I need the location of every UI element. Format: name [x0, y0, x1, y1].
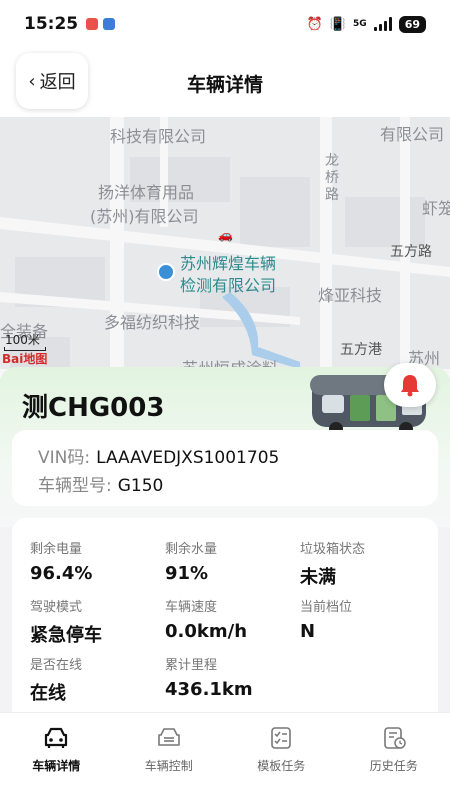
- vehicle-plate: 测CHG003: [22, 393, 165, 423]
- map-label-sports-1: 扬洋体育用品: [98, 183, 195, 202]
- map-scale-label: 100米: [5, 333, 40, 347]
- map-label-company-right: 有限公司: [380, 125, 445, 144]
- tab-vehicle-control[interactable]: 车辆控制: [113, 713, 226, 800]
- stat-value: 紧急停车: [30, 625, 102, 646]
- stat-label: 剩余水量: [165, 542, 218, 557]
- status-time: 15:25: [24, 14, 79, 34]
- vehicle-location-icon[interactable]: 🚗: [218, 228, 233, 242]
- model-value: G150: [117, 476, 164, 496]
- weibo-icon: [86, 18, 99, 30]
- status-bar: 15:25 ⏰ 📳 5G 69: [0, 0, 450, 48]
- vibrate-icon: 📳: [329, 16, 347, 32]
- tab-label: 模板任务: [257, 759, 306, 773]
- stat-water: 剩余水量 91%: [165, 538, 295, 584]
- stat-value: N: [300, 621, 316, 642]
- stat-trash-bin: 垃圾箱状态 未满: [300, 538, 430, 589]
- back-button[interactable]: ‹ 返回: [16, 53, 88, 109]
- baidu-map-logo: Bai地图: [2, 352, 48, 366]
- map-label-company-top: 科技有限公司: [110, 127, 207, 146]
- vin-value: LAAAVEDJXS1001705: [96, 448, 280, 468]
- tab-history-tasks[interactable]: 历史任务: [338, 713, 450, 800]
- stat-label: 剩余电量: [30, 542, 83, 557]
- stat-label: 累计里程: [165, 658, 218, 673]
- map-label-duofu: 多福纺织科技: [104, 313, 201, 332]
- map-label-poi-1: 苏州辉煌车辆: [180, 254, 277, 273]
- network-type: 5G: [353, 19, 367, 29]
- model-label: 车辆型号:: [38, 476, 112, 496]
- vehicle-info-card: VIN码: LAAAVEDJXS1001705 车辆型号: G150: [12, 430, 438, 506]
- stat-value: 未满: [300, 567, 336, 588]
- stat-value: 在线: [30, 683, 66, 704]
- model-row: 车辆型号: G150: [38, 472, 412, 500]
- notification-icons: [86, 18, 116, 30]
- tab-label: 车辆详情: [32, 759, 81, 773]
- battery-icon: 69: [398, 15, 426, 33]
- tab-label: 车辆控制: [144, 759, 193, 773]
- alarm-button[interactable]: [384, 363, 436, 407]
- chevron-left-icon: ‹: [28, 70, 36, 92]
- page-title: 车辆详情: [186, 73, 263, 96]
- stat-drive-mode: 驾驶模式 紧急停车: [30, 596, 160, 647]
- car-poi-icon[interactable]: [157, 263, 175, 281]
- bottom-tab-bar: 车辆详情 车辆控制 模板任务 历史任务: [0, 712, 450, 800]
- stat-value: 0.0km/h: [165, 621, 248, 642]
- map-label-poi-2: 检测有限公司: [180, 276, 277, 295]
- map-label-shrimp: 虾笼: [422, 199, 450, 218]
- vin-label: VIN码:: [38, 448, 91, 468]
- stat-label: 车辆速度: [165, 600, 218, 615]
- bell-icon: [401, 375, 419, 397]
- map-label-longqiao-road: 龙桥路: [325, 153, 339, 203]
- stat-battery: 剩余电量 96.4%: [30, 538, 160, 584]
- stat-label: 驾驶模式: [30, 600, 83, 615]
- car-icon: [45, 727, 68, 748]
- stat-value: 436.1km: [165, 679, 253, 700]
- stat-value: 91%: [165, 563, 209, 584]
- map-view[interactable]: 科技有限公司 有限公司 扬洋体育用品 (苏州)有限公司 龙桥路 虾笼 五方路 苏…: [0, 117, 450, 387]
- stat-online: 是否在线 在线: [30, 654, 160, 705]
- stat-speed: 车辆速度 0.0km/h: [165, 596, 295, 642]
- stat-value: 96.4%: [30, 563, 93, 584]
- vehicle-stats-card: 剩余电量 96.4% 剩余水量 91% 垃圾箱状态 未满 驾驶模式 紧急停车 车…: [12, 518, 438, 718]
- stat-label: 当前档位: [300, 600, 353, 615]
- stat-label: 垃圾箱状态: [300, 542, 366, 557]
- message-icon: [103, 18, 116, 30]
- back-label: 返回: [39, 72, 76, 93]
- vin-row: VIN码: LAAAVEDJXS1001705: [38, 444, 412, 472]
- signal-icon: [373, 17, 392, 31]
- map-label-sports-2: (苏州)有限公司: [90, 207, 199, 226]
- car-control-icon: [157, 728, 180, 746]
- stat-label: 是否在线: [30, 658, 83, 673]
- map-label-fengya: 烽亚科技: [318, 286, 383, 305]
- nav-bar: ‹ 返回 车辆详情: [0, 48, 450, 118]
- map-label-wufang-road: 五方路: [390, 244, 432, 260]
- checklist-icon: [271, 727, 292, 749]
- stat-mileage: 累计里程 436.1km: [165, 654, 295, 700]
- history-icon: [383, 727, 406, 749]
- tab-vehicle-details[interactable]: 车辆详情: [0, 713, 113, 800]
- tab-label: 历史任务: [369, 759, 418, 773]
- alarm-clock-icon: ⏰: [306, 16, 323, 32]
- map-label-wufanggang: 五方港: [340, 342, 382, 358]
- stat-gear: 当前档位 N: [300, 596, 430, 642]
- tab-template-tasks[interactable]: 模板任务: [225, 713, 338, 800]
